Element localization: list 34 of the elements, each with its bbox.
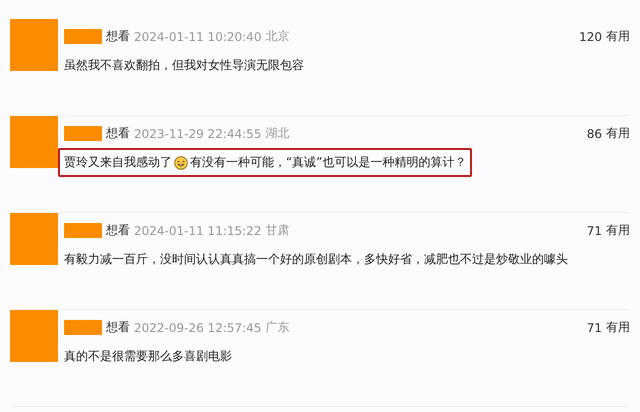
comment-text: 贾玲又来自我感动了 (64, 154, 172, 171)
comment-text: 虽然我不喜欢翻拍，但我对女性导演无限包容 (64, 57, 304, 74)
comment-time: 2024-01-11 10:20:40 (134, 30, 262, 44)
vote-count: 71 (586, 320, 602, 334)
comment-status: 想看 (106, 125, 130, 142)
comment-location: 甘肃 (265, 222, 290, 239)
useful-link[interactable]: 有用 (606, 125, 630, 142)
redacted-username (64, 29, 102, 44)
vote-count: 71 (586, 224, 602, 238)
comment-time: 2023-11-29 22:44:55 (134, 126, 262, 140)
comment-text: 有毅力减一百斤，没时间认认真真搞一个好的原创剧本，多快好省，减肥也不过是炒敬业的噱头 (64, 251, 568, 268)
comment-status: 想看 (106, 28, 130, 45)
comment-text: 真的不是很需要那么多喜剧电影 (64, 348, 232, 365)
smiley-icon (174, 156, 188, 170)
useful-link[interactable]: 有用 (606, 319, 630, 336)
redacted-username (64, 223, 102, 238)
comment-location: 北京 (265, 28, 290, 45)
comment-location: 湖北 (265, 125, 290, 142)
comment-status: 想看 (106, 319, 130, 336)
useful-link[interactable]: 有用 (606, 28, 630, 45)
vote-count: 120 (579, 30, 602, 44)
redacted-avatar (10, 19, 58, 71)
redacted-avatar (10, 213, 58, 265)
comment-location: 广东 (265, 319, 290, 336)
redacted-avatar (10, 310, 58, 362)
redacted-avatar (10, 116, 58, 168)
redacted-username (64, 126, 102, 141)
comment-time: 2022-09-26 12:57:45 (134, 320, 262, 334)
useful-link[interactable]: 有用 (606, 222, 630, 239)
comment-text: 有没有一种可能，“真诚”也可以是一种精明的算计？ (190, 154, 466, 171)
comment-time: 2024-01-11 11:15:22 (134, 224, 262, 238)
comment-status: 想看 (106, 222, 130, 239)
redacted-username (64, 320, 102, 335)
vote-count: 86 (586, 126, 602, 140)
